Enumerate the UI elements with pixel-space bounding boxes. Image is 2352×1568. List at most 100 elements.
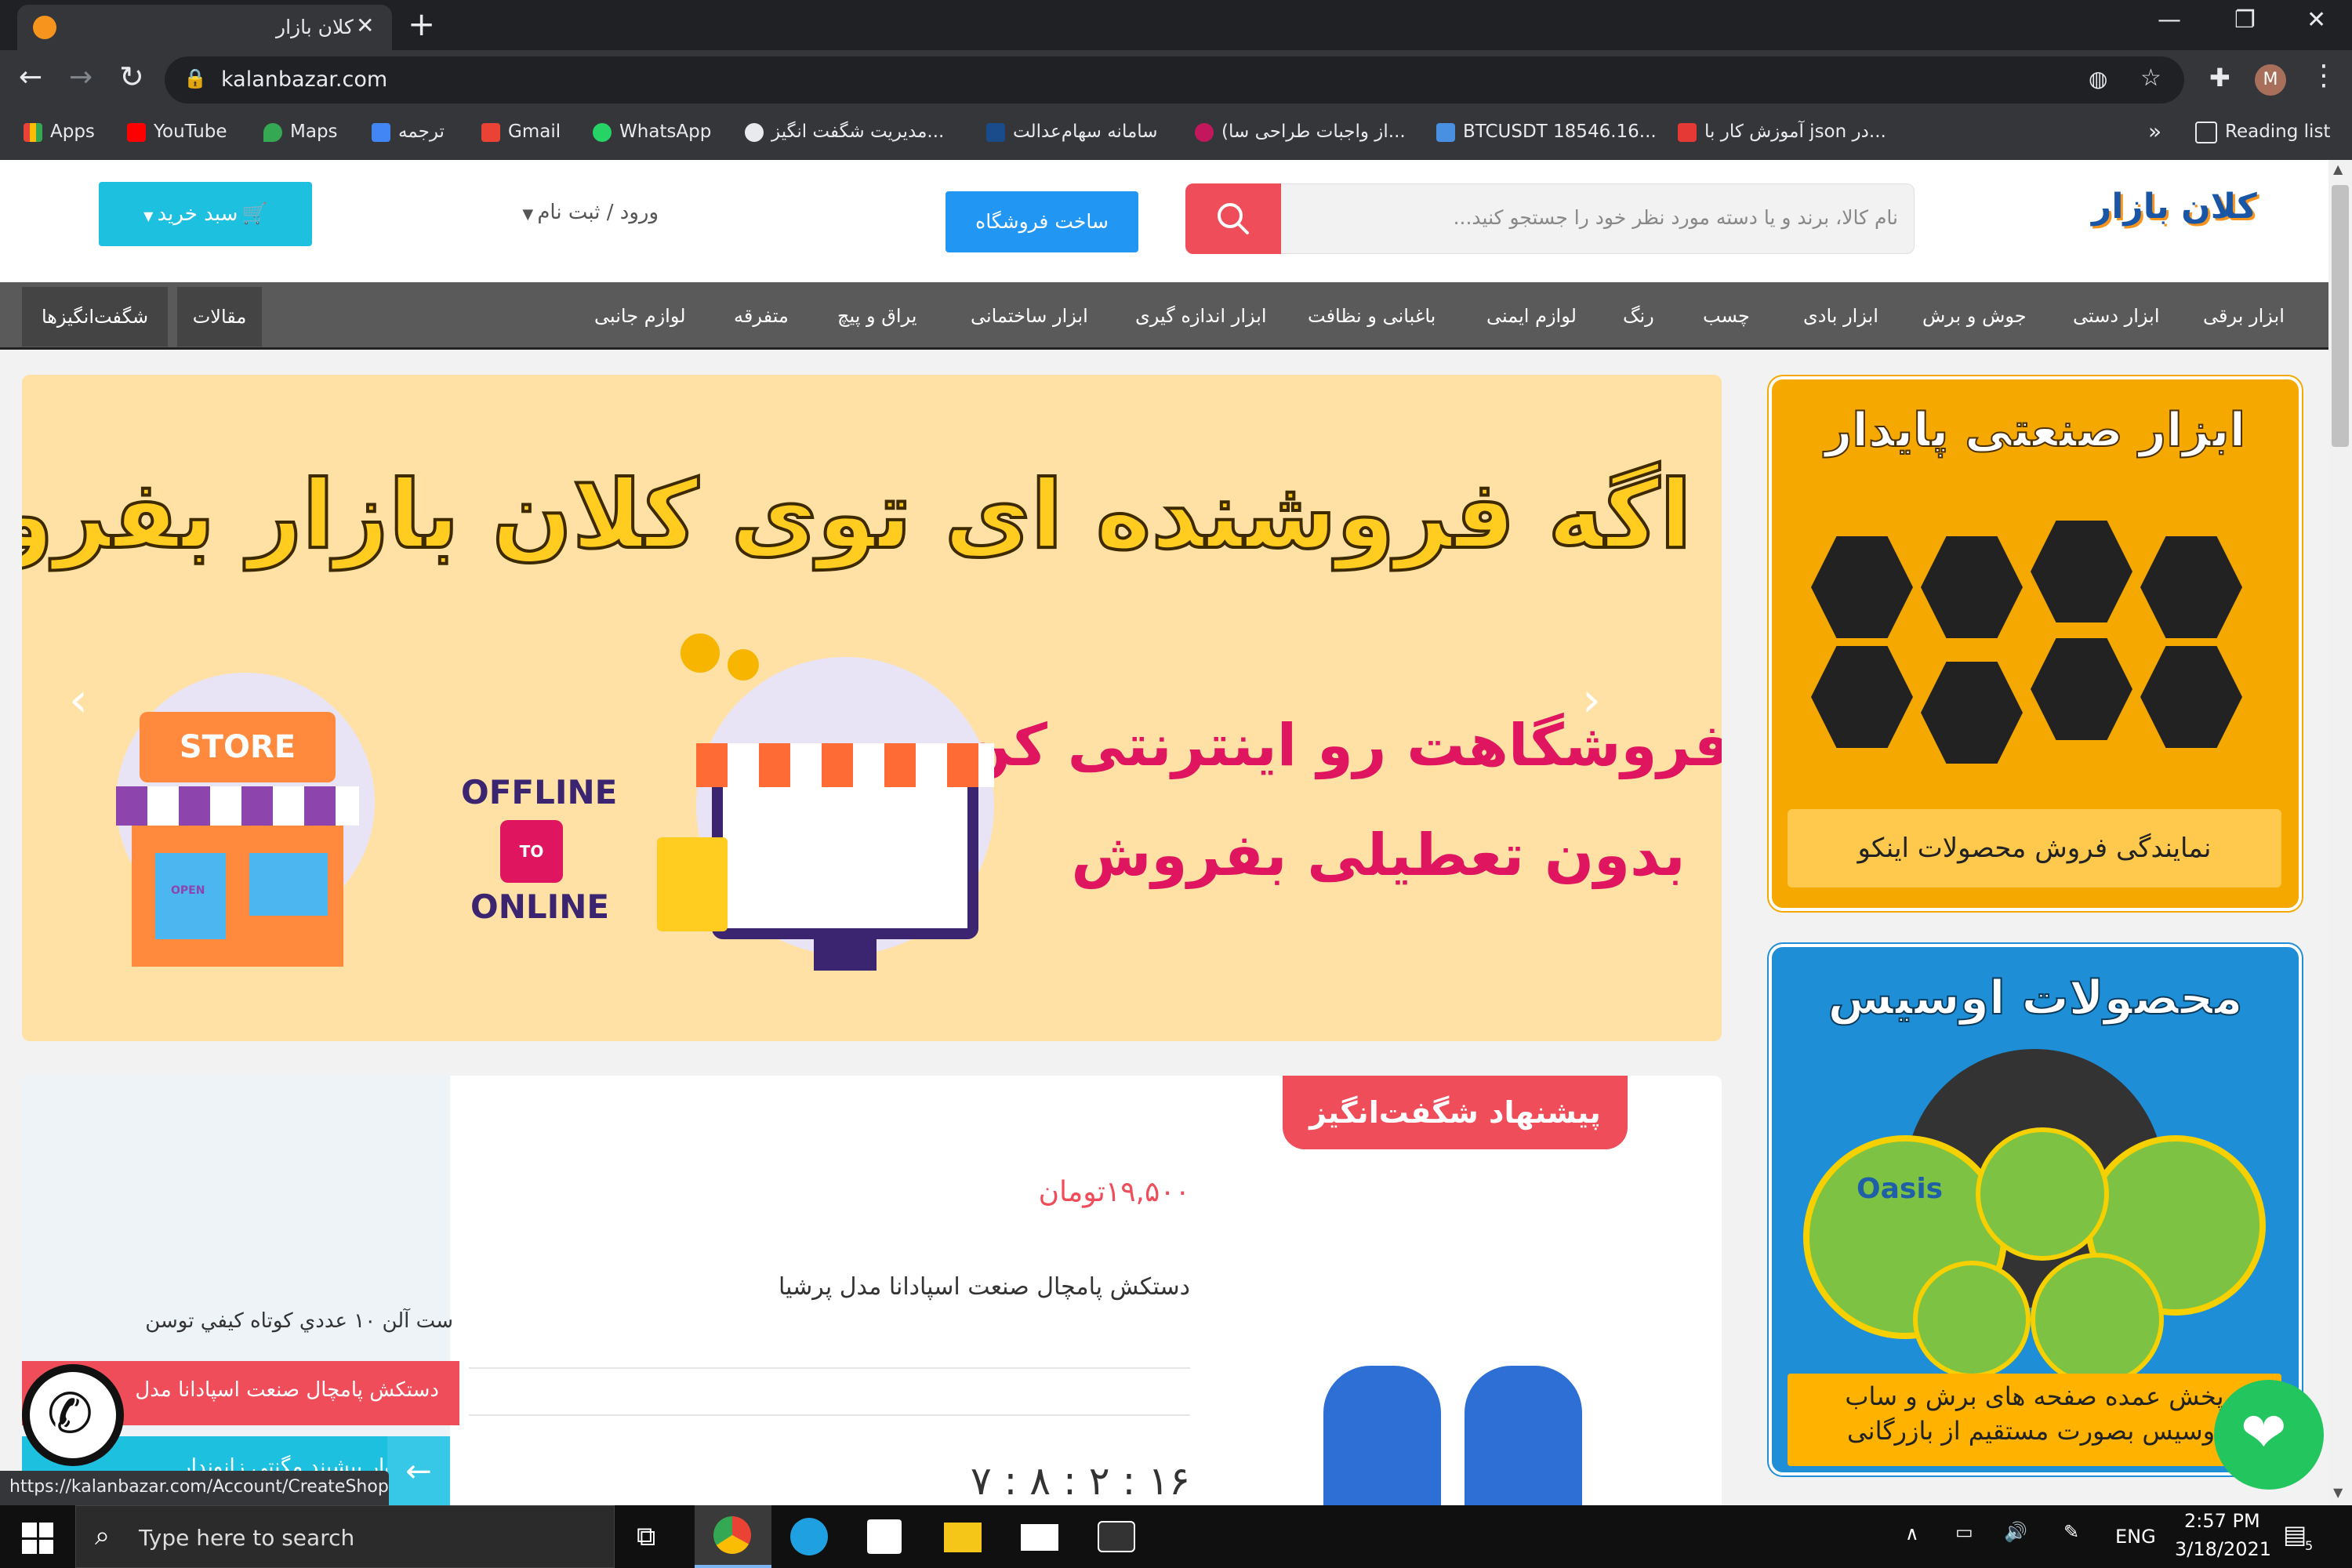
apps-grid-icon (24, 122, 42, 142)
nav-hand-tools[interactable]: ابزار دستی (2073, 282, 2160, 350)
nav-misc[interactable]: متفرقه (734, 282, 789, 350)
taskbar-search[interactable]: ⌕ Type here to search (75, 1505, 615, 1568)
oasis-banner[interactable]: محصولات اوسیس Oasis پخش عمده صفحه های بر… (1769, 944, 2302, 1475)
search-button[interactable] (1185, 183, 1281, 254)
bookmark-youtube[interactable]: YouTube (127, 116, 227, 147)
translate-icon (372, 122, 390, 142)
bookmark-btcusdt[interactable]: BTCUSDT 18546.16... (1436, 116, 1657, 147)
login-register-link[interactable]: ورود / ثبت نام ▼ (494, 201, 659, 232)
notification-icon[interactable]: ▤ (2283, 1519, 2307, 1549)
volume-icon[interactable]: 🔊 (2004, 1521, 2027, 1543)
avatar[interactable]: M (2255, 64, 2286, 96)
menu-kebab-icon[interactable]: ⋮ (2310, 60, 2338, 92)
cart-button[interactable]: 🛒 سبد خرید ▼ (99, 182, 312, 246)
slider-line1: فروشگاهت رو اینترنتی کن و (905, 712, 1722, 779)
file-explorer-icon[interactable] (944, 1523, 982, 1552)
store-label: STORE (179, 729, 296, 765)
online-label: ONLINE (470, 887, 610, 926)
nav-articles[interactable]: مقالات (177, 287, 262, 347)
bookmark-json[interactable]: آموزش کار با json در... (1678, 116, 1886, 147)
store-icon[interactable] (867, 1519, 902, 1554)
extensions-icon[interactable]: ✚ (2209, 63, 2230, 93)
oasis-brand: Oasis (1857, 1173, 1944, 1205)
clock-time[interactable]: 2:57 PM (2184, 1510, 2260, 1532)
extension-blocked-icon[interactable]: ◍ (2089, 66, 2107, 92)
bookmark-translate[interactable]: ترجمه (372, 116, 445, 147)
search-icon (1218, 203, 1249, 234)
language-indicator[interactable]: ENG (2115, 1526, 2156, 1548)
mail-icon[interactable] (1021, 1524, 1058, 1551)
youtube-icon (127, 122, 146, 142)
scroll-down-icon[interactable]: ▼ (2333, 1485, 2343, 1500)
notification-count-badge: 5 (2305, 1538, 2314, 1553)
nav-accessories[interactable]: لوازم جانبی (594, 282, 686, 350)
cart-label: سبد خرید (157, 202, 238, 226)
nav-building[interactable]: ابزار ساختمانی (971, 282, 1088, 350)
slider-next-icon[interactable]: › (1582, 673, 1601, 728)
start-button[interactable] (22, 1523, 53, 1554)
bookmark-sahamedalat[interactable]: سامانه سهام‌عدالت (986, 116, 1158, 147)
nav-welding[interactable]: جوش و برش (1922, 282, 2027, 350)
create-shop-label: ساخت فروشگاه (975, 210, 1109, 233)
nav-hardware[interactable]: یراق و پیچ (837, 282, 916, 350)
offer-list-item[interactable]: ست آلن ۱۰ عددي كوتاه كيفي توسن (38, 1309, 453, 1333)
url-text: kalanbazar.com (221, 67, 388, 92)
restore-icon[interactable]: ❐ (2234, 6, 2256, 34)
offer-nav-arrow-icon[interactable]: ← (387, 1436, 450, 1505)
sahamedalat-icon (986, 122, 1005, 142)
reload-icon[interactable]: ↻ (119, 60, 144, 94)
bookmark-maps[interactable]: Maps (263, 116, 338, 147)
scroll-up-icon[interactable]: ▲ (2333, 162, 2343, 176)
chevron-down-icon: ▼ (143, 209, 154, 223)
new-tab-button[interactable]: + (408, 5, 435, 43)
camera-app-icon[interactable] (1098, 1521, 1135, 1552)
scrollbar-thumb[interactable] (2332, 185, 2349, 447)
ingco-banner[interactable]: ابزار صنعتی پایدار نمایندگی فروش محصولات… (1769, 376, 2302, 911)
task-view-icon[interactable]: ⧉ (637, 1521, 655, 1552)
json-tutorial-icon (1678, 122, 1697, 142)
tray-chevron-icon[interactable]: ∧ (1905, 1523, 1919, 1544)
close-window-icon[interactable]: ✕ (2307, 6, 2326, 34)
product-image[interactable] (1308, 1342, 1621, 1505)
bookmark-apps[interactable]: Apps (24, 116, 95, 147)
site-header (0, 160, 2328, 282)
nav-measuring[interactable]: ابزار اندازه گیری (1135, 282, 1267, 350)
close-tab-icon[interactable]: ✕ (356, 13, 374, 38)
bookmark-star-icon[interactable]: ☆ (2140, 64, 2161, 92)
create-shop-button[interactable]: ساخت فروشگاه (946, 191, 1138, 252)
search-placeholder: نام کالا، برند و یا دسته مورد نظر خود را… (1453, 206, 1898, 229)
bookmark-wonder-admin[interactable]: مدیریت شگفت انگیز... (745, 116, 944, 147)
nav-safety[interactable]: لوازم ایمنی (1486, 282, 1577, 350)
taskbar-chrome[interactable] (695, 1505, 771, 1568)
back-icon[interactable]: ← (19, 61, 42, 93)
address-bar[interactable]: 🔒 kalanbazar.com ◍ ☆ (165, 56, 2184, 103)
nav-air-tools[interactable]: ابزار بادی (1803, 282, 1878, 350)
nav-wonders[interactable]: شگفت‌انگیزها (22, 287, 168, 347)
bookmark-design[interactable]: (از واجبات طراحی سا... (1195, 116, 1406, 147)
edge-icon[interactable] (790, 1518, 828, 1555)
chat-float-button[interactable]: ❤ (2214, 1380, 2324, 1490)
store-illustration: STORE OPEN (69, 657, 398, 986)
windows-logo-icon (22, 1523, 37, 1537)
nav-power-tools[interactable]: ابزار برقی (2203, 282, 2285, 350)
nav-garden[interactable]: باغبانی و نظافت (1308, 282, 1436, 350)
whatsapp-float-button[interactable]: ✆ (22, 1364, 124, 1466)
forward-icon[interactable]: → (69, 61, 93, 93)
bookmarks-overflow[interactable]: » (2148, 116, 2161, 147)
hero-slider[interactable]: اگه فروشنده ای توی کلان بازار بفروش فروش… (22, 375, 1722, 1041)
bookmark-gmail[interactable]: Gmail (481, 116, 561, 147)
clock-date[interactable]: 3/18/2021 (2175, 1538, 2271, 1560)
slider-prev-icon[interactable]: ‹ (69, 673, 88, 728)
search-input[interactable]: نام کالا، برند و یا دسته مورد نظر خود را… (1185, 183, 1915, 254)
reading-list[interactable]: Reading list (2195, 116, 2330, 147)
nav-paint[interactable]: رنگ (1623, 282, 1654, 350)
minimize-icon[interactable]: — (2158, 6, 2181, 34)
bookmark-whatsapp[interactable]: WhatsApp (593, 116, 711, 147)
chart-icon (1436, 122, 1455, 142)
whatsapp-icon (593, 122, 612, 142)
browser-tab[interactable]: کلان بازار ✕ (17, 5, 392, 50)
network-icon[interactable]: ▭ (1955, 1521, 1973, 1543)
site-logo[interactable]: کلان بازار (2092, 187, 2257, 241)
pen-icon[interactable]: ✎ (2063, 1521, 2079, 1543)
nav-glue[interactable]: چسب (1703, 282, 1750, 350)
